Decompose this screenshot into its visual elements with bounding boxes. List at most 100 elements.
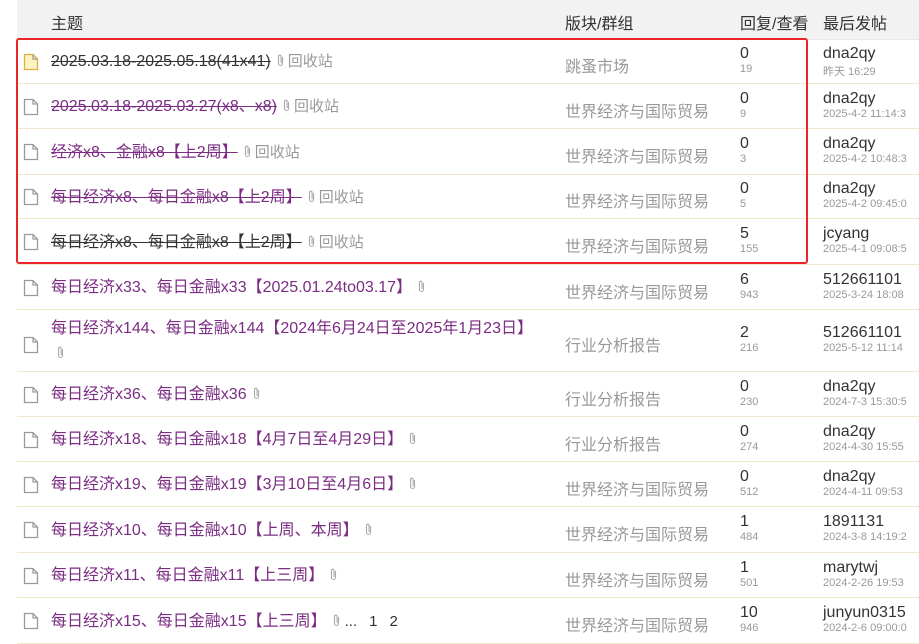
thread-forum-link[interactable]: 世界经济与国际贸易: [565, 612, 709, 636]
view-count: 274: [740, 440, 759, 453]
thread-forum-link[interactable]: 世界经济与国际贸易: [565, 476, 709, 500]
last-post-time[interactable]: 2024-7-3 15:30:5: [823, 396, 907, 408]
thread-title-cell: 经济x8、金融x8【上2周】 回收站: [51, 140, 531, 165]
thread-title-link[interactable]: 经济x8、金融x8【上2周】: [51, 144, 238, 161]
last-poster-link[interactable]: dna2qy: [823, 135, 876, 152]
reply-count: 2: [740, 324, 749, 341]
recycle-bin-tag[interactable]: 回收站: [319, 234, 364, 251]
thread-title-cell: 每日经济x15、每日金融x15【上三周】 ... 1 2: [51, 609, 531, 634]
thread-forum-link[interactable]: 世界经济与国际贸易: [565, 143, 709, 167]
document-icon: [23, 476, 39, 494]
thread-pager: ... 1 2: [345, 613, 398, 630]
pager-page-link[interactable]: 2: [389, 613, 397, 630]
header-topic: 主题: [51, 16, 84, 33]
thread-title-link[interactable]: 每日经济x10、每日金融x10【上周、本周】: [51, 522, 359, 539]
thread-title-link[interactable]: 每日经济x8、每日金融x8【上2周】: [51, 189, 302, 206]
attachment-icon: [332, 610, 341, 626]
reply-count: 0: [740, 89, 749, 107]
recycle-bin-tag[interactable]: 回收站: [294, 98, 339, 115]
thread-forum-link[interactable]: 世界经济与国际贸易: [565, 521, 709, 545]
document-icon: [23, 612, 39, 630]
document-icon: [23, 567, 39, 585]
thread-forum-link[interactable]: 世界经济与国际贸易: [565, 98, 709, 122]
pager-page-link[interactable]: 1: [369, 613, 377, 630]
thread-title-cell: 每日经济x18、每日金融x18【4月7日至4月29日】: [51, 427, 531, 452]
view-count: 19: [740, 62, 753, 75]
reply-count: 6: [740, 270, 749, 288]
thread-title-link[interactable]: 每日经济x18、每日金融x18【4月7日至4月29日】: [51, 431, 403, 448]
document-icon: [23, 386, 39, 404]
thread-title-link[interactable]: 2025.03.18-2025.05.18(41x41): [51, 53, 271, 70]
reply-count: 0: [740, 422, 749, 440]
reply-count: 0: [740, 377, 749, 395]
last-post-time[interactable]: 2024-3-8 14:19:2: [823, 531, 907, 543]
last-poster-link[interactable]: 1891131: [823, 513, 884, 530]
last-poster-link[interactable]: dna2qy: [823, 45, 876, 62]
last-post-time[interactable]: 昨天 16:29: [823, 63, 876, 79]
thread-row: 每日经济x11、每日金融x11【上三周】 世界经济与国际贸易 1 501 marytwj…: [17, 553, 919, 598]
thread-title-link[interactable]: 每日经济x11、每日金融x11【上三周】: [51, 567, 324, 584]
recycle-bin-tag[interactable]: 回收站: [288, 53, 333, 70]
thread-title-link[interactable]: 每日经济x15、每日金融x15【上三周】: [51, 613, 327, 630]
last-post-time[interactable]: 2025-4-2 11:14:3: [823, 108, 906, 120]
last-poster-link[interactable]: marytwj: [823, 559, 878, 576]
last-poster-link[interactable]: dna2qy: [823, 468, 876, 485]
view-count: 9: [740, 107, 747, 120]
thread-forum-link[interactable]: 世界经济与国际贸易: [565, 188, 709, 212]
last-post-time[interactable]: 2025-4-2 09:45:0: [823, 198, 907, 210]
view-count: 216: [740, 342, 759, 354]
thread-forum-link[interactable]: 世界经济与国际贸易: [565, 279, 709, 303]
last-post-time[interactable]: 2025-5-12 11:14: [823, 342, 903, 354]
thread-title-link[interactable]: 2025.03.18-2025.03.27(x8、x8): [51, 98, 277, 115]
thread-forum-link[interactable]: 行业分析报告: [565, 431, 661, 455]
document-icon: [23, 143, 39, 161]
view-count: 5: [740, 198, 747, 210]
thread-title-link[interactable]: 每日经济x36、每日金融x36: [51, 386, 247, 403]
thread-row: 每日经济x15、每日金融x15【上三周】... 1 2 世界经济与国际贸易 10 946 j…: [17, 598, 919, 644]
last-post-time[interactable]: 2025-4-2 10:48:3: [823, 153, 907, 165]
thread-title-cell: 每日经济x19、每日金融x19【3月10日至4月6日】: [51, 472, 531, 497]
thread-forum-link[interactable]: 跳蚤市场: [565, 53, 629, 77]
thread-row: 2025.03.18-2025.05.18(41x41) 回收站 跳蚤市场 0 19 dn…: [17, 39, 919, 84]
thread-title-link[interactable]: 每日经济x33、每日金融x33【2025.01.24to03.17】: [51, 279, 412, 296]
recycle-bin-tag[interactable]: 回收站: [255, 144, 300, 161]
thread-forum-link[interactable]: 世界经济与国际贸易: [565, 567, 709, 591]
thread-forum-link[interactable]: 行业分析报告: [565, 332, 661, 356]
thread-title-cell: 每日经济x33、每日金融x33【2025.01.24to03.17】: [51, 275, 531, 300]
last-post-time[interactable]: 2024-4-30 15:55: [823, 441, 904, 453]
attachment-icon: [307, 231, 316, 247]
last-poster-link[interactable]: jcyang: [823, 225, 869, 242]
last-poster-link[interactable]: dna2qy: [823, 378, 876, 395]
attachment-icon: [282, 95, 291, 112]
last-poster-link[interactable]: 512661101: [823, 271, 902, 288]
last-post-time[interactable]: 2024-2-6 09:00:0: [823, 622, 907, 634]
last-post-time[interactable]: 2024-2-26 19:53: [823, 577, 904, 589]
last-post-time[interactable]: 2024-4-11 09:53: [823, 486, 903, 498]
view-count: 501: [740, 576, 759, 589]
thread-row: 每日经济x10、每日金融x10【上周、本周】 世界经济与国际贸易 1 484 18911…: [17, 507, 919, 553]
thread-title-cell: 每日经济x8、每日金融x8【上2周】 回收站: [51, 185, 531, 210]
last-post-time[interactable]: 2025-3-24 18:08: [823, 289, 904, 301]
thread-title-cell: 每日经济x11、每日金融x11【上三周】: [51, 563, 531, 588]
document-icon: [23, 53, 39, 71]
thread-title-link[interactable]: 每日经济x8、每日金融x8【上2周】: [51, 234, 302, 251]
view-count: 230: [740, 395, 759, 408]
last-poster-link[interactable]: dna2qy: [823, 423, 876, 440]
header-last-post: 最后发帖: [823, 16, 888, 33]
thread-title-link[interactable]: 每日经济x144、每日金融x144【2024年6月24日至2025年1月23日】: [51, 320, 533, 337]
thread-row: 每日经济x8、每日金融x8【上2周】 回收站 世界经济与国际贸易 5 155 jcyang…: [17, 219, 919, 265]
last-post-time[interactable]: 2025-4-1 09:08:5: [823, 243, 907, 255]
attachment-icon: [408, 428, 417, 445]
recycle-bin-tag[interactable]: 回收站: [319, 189, 364, 206]
last-poster-link[interactable]: 512661101: [823, 324, 902, 341]
view-count: 155: [740, 243, 759, 255]
last-poster-link[interactable]: junyun0315: [823, 604, 906, 621]
last-poster-link[interactable]: dna2qy: [823, 90, 876, 107]
thread-title-link[interactable]: 每日经济x19、每日金融x19【3月10日至4月6日】: [51, 476, 403, 493]
attachment-icon: [276, 50, 285, 67]
thread-forum-link[interactable]: 世界经济与国际贸易: [565, 233, 709, 257]
view-count: 3: [740, 153, 747, 165]
thread-forum-link[interactable]: 行业分析报告: [565, 386, 661, 410]
last-poster-link[interactable]: dna2qy: [823, 180, 876, 197]
thread-title-cell: 每日经济x36、每日金融x36: [51, 382, 531, 407]
